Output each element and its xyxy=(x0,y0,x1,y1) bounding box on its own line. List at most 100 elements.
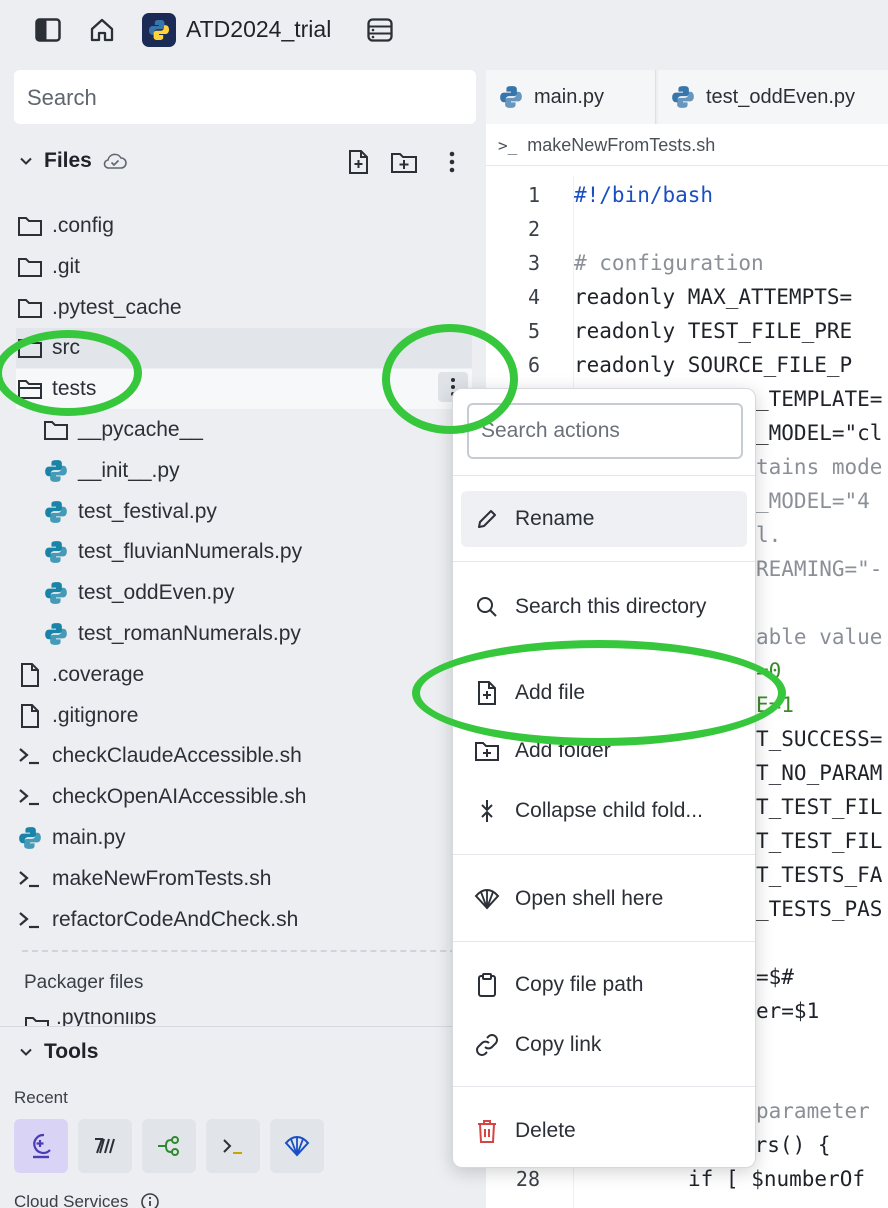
tree-item-test-oddeven-py[interactable]: test_oddEven.py xyxy=(16,573,472,613)
code-line: T_NO_PARAM xyxy=(756,761,883,785)
tree-item-git[interactable]: .git xyxy=(16,247,472,287)
code-line: able value xyxy=(756,625,883,649)
info-icon[interactable] xyxy=(140,1192,160,1208)
tree-item-checkopenaiaccessible-sh[interactable]: checkOpenAIAccessible.sh xyxy=(16,777,472,817)
packager-files-label: Packager files xyxy=(24,972,144,993)
code-line: T_TEST_FIL xyxy=(756,829,883,853)
tree-item-config[interactable]: .config xyxy=(16,206,472,246)
menu-item-copy-link[interactable]: Copy link xyxy=(461,1017,749,1073)
menu-item-label: Rename xyxy=(515,507,595,530)
menu-item-open-shell-here[interactable]: Open shell here xyxy=(461,871,749,927)
code-line: =$# xyxy=(756,965,794,989)
menu-item-label: Copy file path xyxy=(515,973,644,996)
tree-item-gitignore[interactable]: .gitignore xyxy=(16,696,472,736)
tree-item-src[interactable]: src xyxy=(16,328,472,369)
folder-icon xyxy=(16,294,44,322)
git-tool-button[interactable] xyxy=(142,1119,196,1173)
tree-item-checkclaudeaccessible-sh[interactable]: checkClaudeAccessible.sh xyxy=(16,736,472,776)
project-menu-icon[interactable] xyxy=(366,16,394,44)
divider xyxy=(22,950,476,952)
search-icon xyxy=(473,593,501,621)
tree-item-label: .coverage xyxy=(52,662,145,686)
tools-label: Tools xyxy=(44,1040,99,1063)
menu-item-label: Search this directory xyxy=(515,595,707,618)
tree-item-init-py[interactable]: __init__.py xyxy=(16,451,472,491)
tree-item-refactorcodeandcheck-sh[interactable]: refactorCodeAndCheck.sh xyxy=(16,900,472,940)
tree-item-label: checkOpenAIAccessible.sh xyxy=(52,785,307,809)
tree-item-label: __init__.py xyxy=(78,458,180,482)
code-line: # configuration xyxy=(574,251,764,275)
line-number: 1 xyxy=(527,183,540,207)
tree-item-label: refactorCodeAndCheck.sh xyxy=(52,907,299,931)
menu-item-copy-file-path[interactable]: Copy file path xyxy=(461,957,749,1013)
tree-item-label: test_oddEven.py xyxy=(78,581,235,605)
tree-item-test-festival-py[interactable]: test_festival.py xyxy=(16,492,472,532)
tree-item-label: test_fluvianNumerals.py xyxy=(78,540,303,564)
tree-item-makenewfromtests-sh[interactable]: makeNewFromTests.sh xyxy=(16,859,472,899)
shell-icon xyxy=(16,783,44,811)
line-number: 3 xyxy=(527,251,540,275)
code-line: er=$1 xyxy=(756,999,820,1023)
top-bar: ATD2024_trial xyxy=(0,0,888,60)
tab-test-oddeven-py[interactable]: test_oddEven.py xyxy=(658,70,888,124)
tab-label: test_oddEven.py xyxy=(706,85,855,108)
code-line: _MODEL="4 xyxy=(756,489,870,513)
breadcrumb[interactable]: >_ makeNewFromTests.sh xyxy=(486,126,888,166)
cloud-services-header[interactable]: Cloud Services xyxy=(14,1192,160,1208)
menu-item-label: Copy link xyxy=(515,1033,602,1056)
shell-icon xyxy=(16,742,44,770)
search-actions-input[interactable]: Search actions xyxy=(467,403,743,459)
menu-item-delete[interactable]: Delete xyxy=(461,1103,749,1159)
console-tool-button[interactable] xyxy=(206,1119,260,1173)
recent-label: Recent xyxy=(14,1088,68,1107)
home-icon[interactable] xyxy=(88,16,116,44)
tree-item-pycache[interactable]: __pycache__ xyxy=(16,410,472,450)
shell-icon xyxy=(16,865,44,893)
app-title[interactable]: ATD2024_trial xyxy=(186,16,331,43)
tree-item-test-fluviannumerals-py[interactable]: test_fluvianNumerals.py xyxy=(16,532,472,572)
tree-item-tests[interactable]: tests xyxy=(16,369,472,410)
tree-item-coverage[interactable]: .coverage xyxy=(16,655,472,695)
python-icon xyxy=(42,498,70,526)
tree-item-label: .pytest_cache xyxy=(52,295,182,319)
code-line: REAMING="- xyxy=(756,557,883,581)
code-line: readonly SOURCE_FILE_P xyxy=(574,353,853,377)
tree-item-pytest-cache[interactable]: .pytest_cache xyxy=(16,288,472,328)
python-logo-icon[interactable] xyxy=(142,13,176,47)
menu-item-collapse-child-fold[interactable]: Collapse child fold... xyxy=(461,783,749,839)
code-line: =0 xyxy=(756,659,782,683)
git-log-tool-button[interactable] xyxy=(78,1119,132,1173)
menu-item-search-this-directory[interactable]: Search this directory xyxy=(461,579,749,635)
files-section-header[interactable]: Files xyxy=(18,144,128,178)
new-folder-button[interactable] xyxy=(390,148,418,176)
tree-item-test-romannumerals-py[interactable]: test_romanNumerals.py xyxy=(16,614,472,654)
collapse-icon xyxy=(473,797,501,825)
menu-item-add-file[interactable]: Add file xyxy=(461,665,749,721)
shell-icon xyxy=(16,906,44,934)
line-number: 4 xyxy=(527,285,540,309)
file-icon xyxy=(16,661,44,689)
tab-main-py[interactable]: main.py xyxy=(486,70,656,124)
assistant-tool-button[interactable] xyxy=(14,1119,68,1173)
line-number: 5 xyxy=(527,319,540,343)
chevron-down-icon xyxy=(20,1048,32,1056)
tree-item-label: src xyxy=(52,336,80,360)
code-line: #!/bin/bash xyxy=(574,183,714,207)
code-line: _TESTS_PAS xyxy=(756,897,883,921)
shell-tool-button[interactable] xyxy=(270,1119,324,1173)
new-file-button[interactable] xyxy=(344,148,372,176)
sidebar-toggle-icon[interactable] xyxy=(34,16,62,44)
sidebar-search-input[interactable]: Search xyxy=(14,70,476,124)
chevron-down-icon xyxy=(20,157,32,165)
cloud-check-icon xyxy=(103,153,127,169)
files-more-button[interactable] xyxy=(438,148,466,176)
menu-item-add-folder[interactable]: Add folder xyxy=(461,723,749,779)
tree-item-label: main.py xyxy=(52,826,126,849)
menu-item-label: Collapse child fold... xyxy=(515,799,703,822)
menu-item-label: Open shell here xyxy=(515,887,664,910)
editor-tabbar: main.py test_oddEven.py xyxy=(486,70,888,124)
tree-item-main-py[interactable]: main.py xyxy=(16,818,472,858)
tools-section-header[interactable]: Tools xyxy=(18,1040,98,1064)
code-line: tains mode xyxy=(756,455,883,479)
menu-item-rename[interactable]: Rename xyxy=(461,491,747,547)
